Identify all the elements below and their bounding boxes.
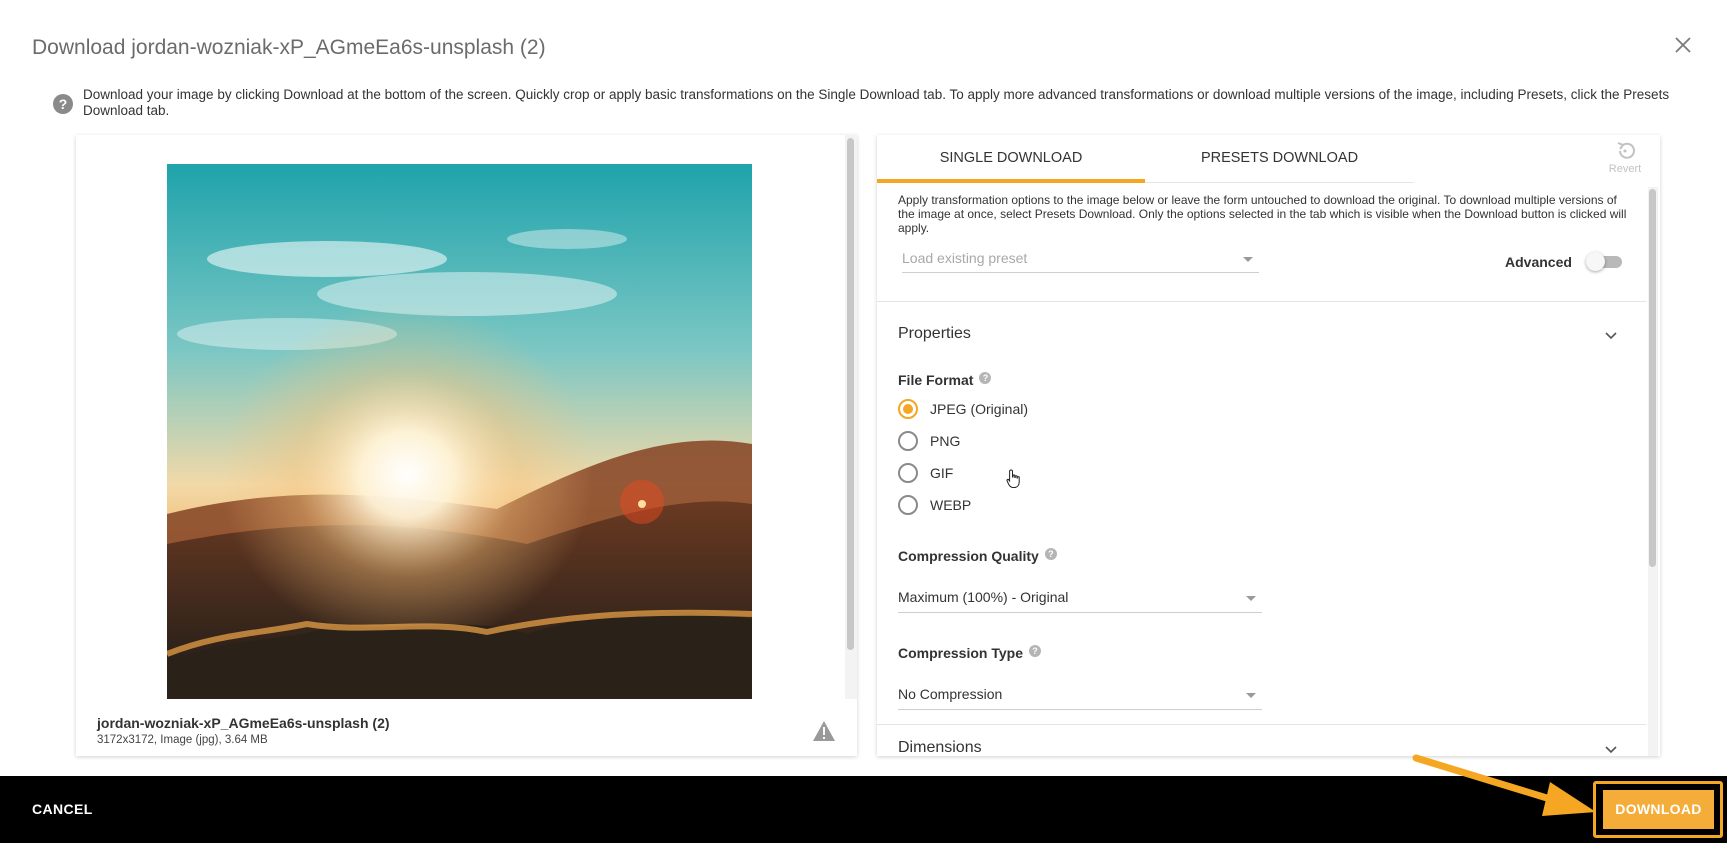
advanced-toggle[interactable] bbox=[1586, 252, 1622, 271]
load-preset-select[interactable]: Load existing preset bbox=[902, 250, 1259, 273]
help-icon[interactable]: ? bbox=[1029, 645, 1041, 657]
info-row: ? Download your image by clicking Downlo… bbox=[52, 87, 1692, 119]
compression-quality-value: Maximum (100%) - Original bbox=[898, 589, 1069, 605]
chevron-down-icon[interactable] bbox=[1604, 745, 1618, 755]
preview-scrollbar[interactable] bbox=[845, 135, 857, 699]
file-format-label: File Format? bbox=[898, 372, 992, 388]
compression-quality-label: Compression Quality? bbox=[898, 548, 1057, 564]
divider bbox=[877, 724, 1646, 725]
compression-type-select[interactable]: No Compression bbox=[898, 686, 1262, 710]
dialog-title: Download jordan-wozniak-xP_AGmeEa6s-unsp… bbox=[32, 36, 546, 59]
info-text: Download your image by clicking Download… bbox=[83, 87, 1670, 118]
options-panel: SINGLE DOWNLOAD PRESETS DOWNLOAD Revert … bbox=[877, 135, 1660, 756]
download-dialog: Download jordan-wozniak-xP_AGmeEa6s-unsp… bbox=[0, 0, 1727, 843]
preview-panel: jordan-wozniak-xP_AGmeEa6s-unsplash (2) … bbox=[76, 135, 857, 756]
compression-quality-select[interactable]: Maximum (100%) - Original bbox=[898, 589, 1262, 613]
warning-triangle-icon[interactable] bbox=[812, 720, 836, 742]
revert-icon bbox=[1617, 142, 1635, 159]
radio-label: WEBP bbox=[930, 497, 972, 513]
chevron-down-icon[interactable] bbox=[1604, 331, 1618, 341]
options-description: Apply transformation options to the imag… bbox=[898, 193, 1627, 235]
radio-label: JPEG (Original) bbox=[930, 401, 1029, 417]
radio-jpeg[interactable]: JPEG (Original) bbox=[898, 398, 1028, 420]
help-icon[interactable]: ? bbox=[1044, 548, 1057, 560]
radio-button[interactable] bbox=[898, 495, 918, 515]
hand-cursor-icon bbox=[1006, 469, 1020, 488]
download-button[interactable]: DOWNLOAD bbox=[1603, 790, 1714, 829]
sunset-photo bbox=[167, 164, 752, 699]
svg-text:?: ? bbox=[59, 96, 68, 112]
cancel-button[interactable]: CANCEL bbox=[32, 776, 93, 843]
radio-webp[interactable]: WEBP bbox=[898, 494, 971, 516]
options-body: Apply transformation options to the imag… bbox=[877, 183, 1646, 756]
preview-scroll-thumb[interactable] bbox=[847, 138, 854, 650]
radio-button[interactable] bbox=[898, 431, 918, 451]
advanced-label: Advanced bbox=[1505, 254, 1572, 270]
preview-image bbox=[167, 164, 752, 699]
tab-single-download[interactable]: SINGLE DOWNLOAD bbox=[877, 135, 1145, 183]
chevron-down-icon bbox=[1246, 693, 1256, 698]
tab-bar: SINGLE DOWNLOAD PRESETS DOWNLOAD bbox=[877, 135, 1414, 183]
properties-section-title[interactable]: Properties bbox=[898, 325, 971, 343]
help-icon: ? bbox=[53, 94, 73, 114]
options-scrollbar[interactable] bbox=[1648, 187, 1658, 756]
file-meta: 3172x3172, Image (jpg), 3.64 MB bbox=[97, 734, 268, 746]
dialog-footer: CANCEL DOWNLOAD bbox=[0, 776, 1727, 843]
file-name: jordan-wozniak-xP_AGmeEa6s-unsplash (2) bbox=[97, 715, 390, 731]
chevron-down-icon bbox=[1243, 257, 1253, 262]
preset-placeholder: Load existing preset bbox=[902, 250, 1028, 266]
compression-type-label: Compression Type? bbox=[898, 645, 1041, 661]
tab-presets-download[interactable]: PRESETS DOWNLOAD bbox=[1145, 135, 1414, 183]
revert-label: Revert bbox=[1608, 163, 1642, 175]
radio-gif[interactable]: GIF bbox=[898, 462, 953, 484]
chevron-down-icon bbox=[1246, 596, 1256, 601]
options-scroll-thumb[interactable] bbox=[1649, 189, 1656, 567]
help-icon[interactable]: ? bbox=[979, 372, 992, 384]
close-icon[interactable] bbox=[1670, 32, 1696, 58]
radio-button[interactable] bbox=[898, 463, 918, 483]
compression-type-value: No Compression bbox=[898, 686, 1003, 702]
radio-button[interactable] bbox=[898, 399, 918, 419]
divider bbox=[877, 301, 1646, 302]
radio-label: PNG bbox=[930, 433, 961, 449]
revert-button[interactable]: Revert bbox=[1604, 141, 1646, 175]
radio-label: GIF bbox=[930, 465, 954, 481]
dimensions-section-title[interactable]: Dimensions bbox=[898, 739, 982, 756]
radio-png[interactable]: PNG bbox=[898, 430, 960, 452]
toggle-knob bbox=[1586, 252, 1605, 271]
